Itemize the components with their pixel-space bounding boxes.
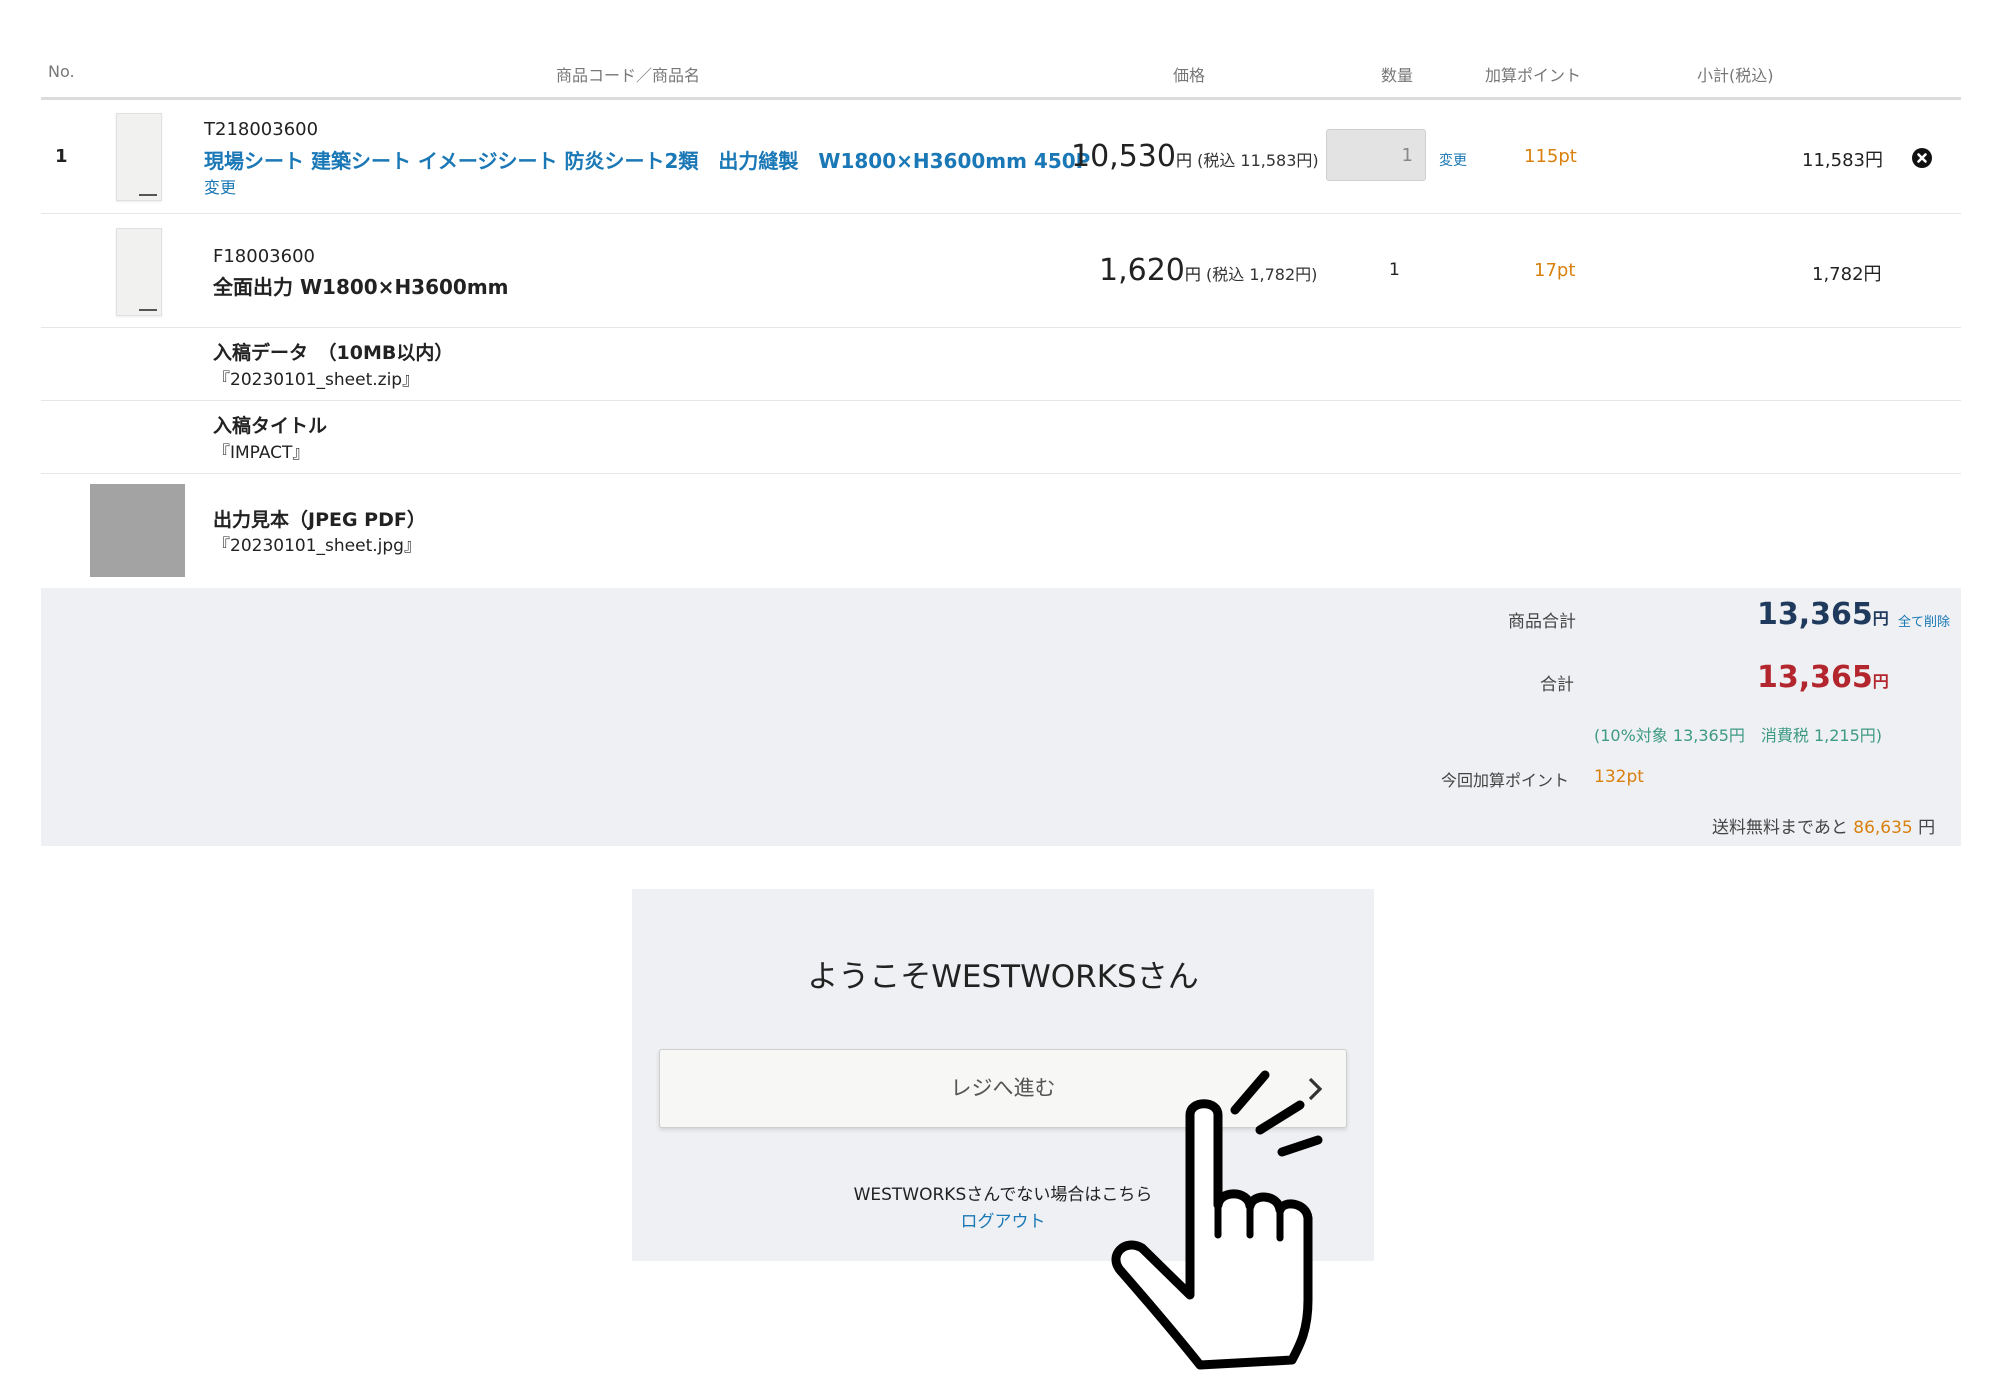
product-code: T218003600 [204, 119, 319, 140]
option-points: 17pt [1534, 260, 1576, 281]
item-points: 115pt [1524, 146, 1577, 167]
grand-total: 13,365円 [1757, 660, 1889, 695]
grand-total-value: 13,365 [1757, 660, 1873, 695]
sample-image-thumbnail[interactable] [90, 484, 185, 577]
total-label: 合計 [1540, 675, 1574, 695]
row-divider [41, 213, 1961, 214]
free-shipping-prefix: 送料無料まであと [1712, 818, 1848, 838]
header-no: No. [48, 62, 75, 81]
tax-breakdown: (10%対象 13,365円 消費税 1,215円) [1594, 726, 1883, 745]
header-product: 商品コード／商品名 [556, 66, 701, 85]
pointing-hand-icon [1111, 1070, 1323, 1370]
close-circle-icon [1912, 148, 1932, 168]
product-name-link[interactable]: 現場シート 建築シート イメージシート 防炎シート2類 出力縫製 W1800×H… [204, 145, 1090, 174]
price-tax-included: (税込 11,583円) [1197, 151, 1319, 170]
item-subtotal: 11,583円 [1802, 150, 1883, 171]
upload-title-label: 入稿タイトル [213, 415, 328, 437]
remove-item-button[interactable] [1912, 148, 1932, 168]
upload-data-value: 『20230101_sheet.zip』 [213, 370, 420, 390]
option-name: 全面出力 W1800×H3600mm [213, 275, 509, 299]
sample-image-label: 出力見本（JPEG PDF） [213, 509, 426, 531]
order-summary-panel [41, 588, 1961, 846]
option-code: F18003600 [213, 246, 315, 267]
option-subtotal: 1,782円 [1812, 264, 1882, 285]
header-price: 価格 [1173, 66, 1206, 85]
price-yen: 円 [1175, 151, 1192, 170]
price-value: 10,530 [1071, 139, 1176, 174]
product-thumbnail[interactable] [116, 113, 162, 201]
item-price: 10,530円 (税込 11,583円) [1071, 139, 1319, 174]
goods-total-label: 商品合計 [1508, 612, 1576, 632]
quantity-input[interactable] [1326, 129, 1426, 181]
upload-data-label: 入稿データ （10MB以内） [213, 342, 454, 364]
option-price-tax-included: (税込 1,782円) [1206, 265, 1318, 284]
row-divider [41, 400, 1961, 401]
product-change-link[interactable]: 変更 [204, 174, 236, 198]
goods-total-yen: 円 [1872, 609, 1889, 628]
row-divider [41, 473, 1961, 474]
option-price-value: 1,620 [1099, 253, 1185, 288]
upload-title-value: 『IMPACT』 [213, 443, 310, 463]
free-shipping-note: 送料無料まであと 86,635 円 [1712, 813, 1935, 838]
earned-points: 132pt [1594, 767, 1644, 787]
option-price-yen: 円 [1184, 265, 1201, 284]
grand-total-yen: 円 [1872, 672, 1889, 691]
sample-image-value: 『20230101_sheet.jpg』 [213, 536, 421, 556]
row-divider [41, 327, 1961, 328]
free-shipping-amount: 86,635 [1853, 818, 1913, 838]
goods-total-value: 13,365 [1757, 597, 1873, 632]
option-price: 1,620円 (税込 1,782円) [1099, 253, 1317, 288]
earned-points-label: 今回加算ポイント [1441, 771, 1570, 790]
header-subtotal: 小計(税込) [1697, 66, 1774, 85]
header-qty: 数量 [1381, 66, 1414, 85]
delete-all-link[interactable]: 全て削除 [1898, 611, 1950, 630]
free-shipping-suffix: 円 [1918, 818, 1936, 838]
row-number: 1 [55, 146, 68, 167]
option-qty: 1 [1389, 260, 1400, 280]
goods-total: 13,365円 [1757, 597, 1889, 632]
option-thumbnail [116, 228, 162, 316]
quantity-change-link[interactable]: 変更 [1439, 150, 1467, 170]
header-divider [41, 97, 1961, 100]
welcome-message: ようこそWESTWORKSさん [807, 959, 1199, 995]
header-points: 加算ポイント [1485, 66, 1582, 85]
